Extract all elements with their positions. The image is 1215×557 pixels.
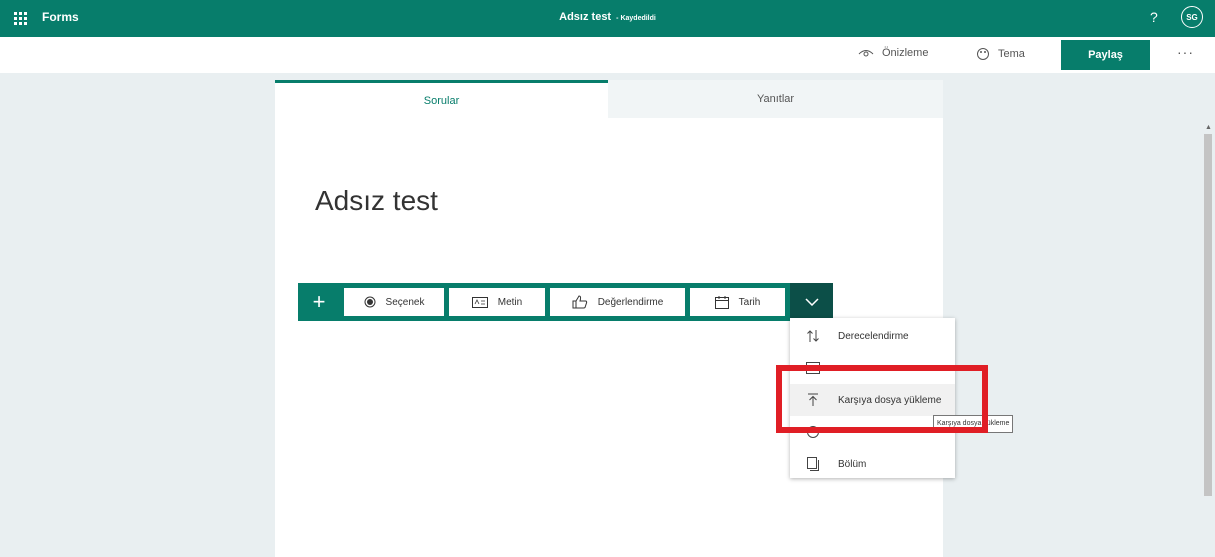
chevron-down-icon — [804, 298, 819, 306]
thumbs-up-icon — [572, 295, 587, 309]
text-button[interactable]: Metin — [449, 288, 545, 316]
command-bar — [0, 37, 1215, 73]
highlight-annotation — [776, 365, 988, 433]
choice-label: Seçenek — [385, 296, 425, 308]
date-button[interactable]: Tarih — [690, 288, 785, 316]
menu-item-label: Bölüm — [838, 458, 867, 470]
question-type-toolbar: + Seçenek Metin Değerlendirme Tarih — [298, 283, 833, 321]
document-title: Adsız test - Kaydedildi — [0, 11, 1215, 23]
more-options-icon[interactable]: ··· — [1177, 44, 1194, 60]
document-title-text: Adsız test — [559, 11, 612, 23]
sort-icon — [806, 329, 820, 343]
preview-button[interactable]: Önizleme — [858, 47, 928, 59]
section-icon — [806, 457, 820, 471]
more-types-button[interactable] — [790, 283, 833, 321]
preview-label: Önizleme — [882, 47, 929, 59]
date-label: Tarih — [738, 296, 761, 308]
avatar[interactable]: SG — [1181, 6, 1203, 28]
form-title[interactable]: Adsız test — [315, 185, 438, 217]
menu-item-label: Derecelendirme — [838, 330, 909, 342]
scroll-up-icon[interactable]: ▲ — [1205, 124, 1212, 131]
calendar-icon — [714, 295, 729, 309]
top-bar: Forms Adsız test - Kaydedildi ? SG — [0, 0, 1215, 37]
choice-button[interactable]: Seçenek — [344, 288, 444, 316]
tab-responses[interactable]: Yanıtlar — [608, 80, 943, 118]
save-status: - Kaydedildi — [616, 15, 656, 22]
palette-icon — [977, 48, 989, 60]
help-icon[interactable]: ? — [1150, 9, 1158, 25]
menu-item-section[interactable]: Bölüm — [790, 448, 955, 480]
eye-icon — [858, 50, 874, 57]
scrollbar-thumb[interactable] — [1204, 134, 1212, 496]
share-button[interactable]: Paylaş — [1061, 40, 1150, 70]
rating-label: Değerlendirme — [597, 296, 664, 308]
scrollbar[interactable]: ▲ — [1201, 124, 1215, 557]
rating-button[interactable]: Değerlendirme — [550, 288, 685, 316]
text-label: Metin — [497, 296, 523, 308]
add-question-button[interactable]: + — [298, 283, 340, 321]
theme-label: Tema — [998, 48, 1025, 60]
menu-item-ranking[interactable]: Derecelendirme — [790, 320, 955, 352]
text-field-icon — [471, 296, 488, 308]
theme-button[interactable]: Tema — [976, 47, 1025, 61]
radio-icon — [364, 296, 376, 308]
tab-questions[interactable]: Sorular — [275, 80, 608, 118]
